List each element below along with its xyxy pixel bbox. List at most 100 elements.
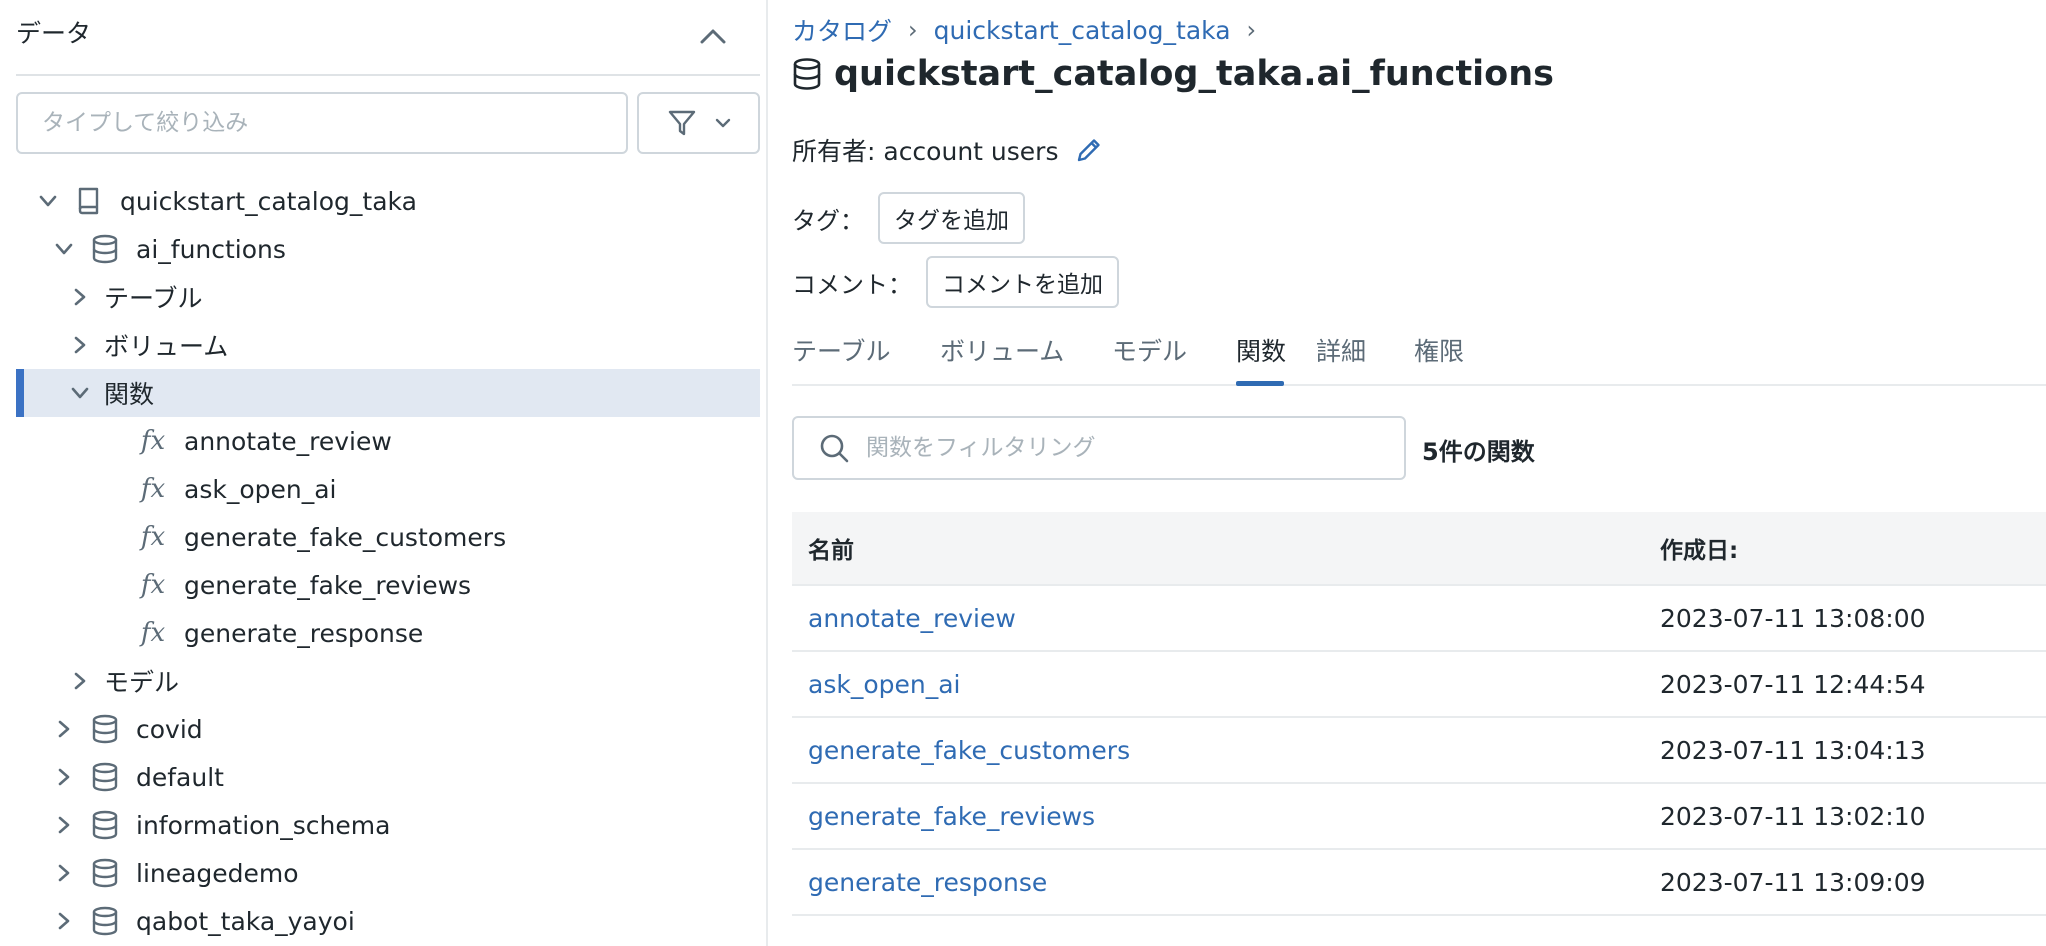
table-body: annotate_review 2023-07-11 13:08:00 ask_op… — [792, 586, 2046, 916]
tree-item-schema[interactable]: information_schema — [16, 801, 760, 849]
database-icon — [88, 904, 122, 938]
chevron-right-icon[interactable] — [68, 285, 92, 309]
function-fx-icon: fx — [140, 522, 166, 552]
chevron-down-icon[interactable] — [52, 237, 76, 261]
table-row: ask_open_ai 2023-07-11 12:44:54 — [792, 652, 2046, 718]
filter-dropdown-button[interactable] — [637, 92, 760, 154]
tree-item-label: ai_functions — [136, 234, 286, 264]
search-icon — [820, 434, 849, 463]
tree-item-folder[interactable]: モデル — [16, 657, 760, 705]
tab-volumes[interactable]: ボリューム — [940, 332, 1064, 382]
tree-item-label: ボリューム — [104, 332, 229, 361]
chevron-right-icon[interactable] — [52, 861, 76, 885]
sidebar-divider — [16, 74, 760, 76]
tree-item-label: generate_fake_reviews — [184, 570, 472, 600]
tree-item-schema[interactable]: ai_functions — [16, 225, 760, 273]
data-sidebar: データ quickstart_catalog_taka ai_functions テ… — [0, 0, 768, 946]
tree-item-label: default — [136, 762, 224, 792]
tree-item-schema[interactable]: qabot_taka_yayoi — [16, 897, 760, 945]
function-created-date: 2023-07-11 12:44:54 — [1660, 669, 1926, 699]
chevron-down-icon[interactable] — [36, 189, 60, 213]
function-created-date: 2023-07-11 13:09:09 — [1660, 867, 1926, 897]
database-icon — [88, 808, 122, 842]
breadcrumb-separator: › — [908, 16, 918, 44]
tab-permissions[interactable]: 権限 — [1414, 332, 1464, 382]
breadcrumb-catalog-link[interactable]: カタログ — [792, 12, 892, 48]
tree-item-folder[interactable]: ボリューム — [16, 321, 760, 369]
catalog-book-icon — [72, 184, 106, 218]
tree-item-function[interactable]: fx annotate_review — [16, 417, 760, 465]
filter-icon — [668, 110, 695, 136]
chevron-down-icon — [715, 118, 730, 128]
tree-item-schema[interactable]: covid — [16, 705, 760, 753]
comment-label: コメント： — [792, 270, 912, 299]
tree-item-schema[interactable]: lineagedemo — [16, 849, 760, 897]
page-title: quickstart_catalog_taka.ai_functions — [834, 54, 1554, 94]
tree-item-label: モデル — [104, 668, 180, 697]
column-header-created[interactable]: 作成日: — [1660, 531, 2046, 565]
tree-item-function[interactable]: fx generate_response — [16, 609, 760, 657]
tab-details[interactable]: 詳細 — [1316, 332, 1366, 382]
function-created-date: 2023-07-11 13:08:00 — [1660, 603, 1926, 633]
function-created-date: 2023-07-11 13:04:13 — [1660, 735, 1926, 765]
comment-row: コメント： コメントを追加 — [792, 256, 1119, 308]
edit-owner-button[interactable] — [1074, 135, 1104, 165]
collapse-button[interactable] — [690, 18, 736, 54]
tab-functions[interactable]: 関数 — [1236, 332, 1286, 382]
chevron-right-icon[interactable] — [52, 717, 76, 741]
function-fx-icon: fx — [140, 426, 166, 456]
tree-item-label: 関数 — [104, 380, 155, 409]
function-fx-icon: fx — [140, 474, 166, 504]
function-name-link[interactable]: ask_open_ai — [808, 670, 960, 699]
function-name-link[interactable]: generate_fake_customers — [808, 736, 1130, 765]
tab-models[interactable]: モデル — [1112, 332, 1187, 382]
tree-item-folder[interactable]: テーブル — [16, 273, 760, 321]
breadcrumb-catalog-name-link[interactable]: quickstart_catalog_taka — [934, 16, 1231, 45]
tree-item-label: covid — [136, 714, 203, 744]
tree-item-label: generate_fake_customers — [184, 522, 507, 552]
add-comment-button[interactable]: コメントを追加 — [926, 256, 1119, 308]
tree-item-label: annotate_review — [184, 426, 392, 456]
tree-item-label: ask_open_ai — [184, 474, 337, 504]
database-icon — [88, 760, 122, 794]
tags-label: タグ： — [792, 206, 864, 235]
tree-item-function[interactable]: fx generate_fake_customers — [16, 513, 760, 561]
function-filter[interactable] — [792, 416, 1406, 480]
tree-item-schema[interactable]: default — [16, 753, 760, 801]
sidebar-title: データ — [16, 19, 92, 48]
chevron-right-icon[interactable] — [52, 765, 76, 789]
function-count: 5件の関数 — [1422, 438, 1535, 466]
tree-item-label: information_schema — [136, 810, 391, 840]
chevron-down-icon[interactable] — [68, 381, 92, 405]
function-fx-icon: fx — [140, 570, 166, 600]
database-icon — [88, 712, 122, 746]
chevron-right-icon[interactable] — [68, 333, 92, 357]
column-header-name[interactable]: 名前 — [792, 531, 1660, 565]
function-name-link[interactable]: annotate_review — [808, 604, 1016, 633]
add-tag-button[interactable]: タグを追加 — [878, 192, 1025, 244]
database-icon — [793, 58, 821, 90]
function-filter-input[interactable] — [864, 434, 1388, 462]
tree-item-catalog[interactable]: quickstart_catalog_taka — [16, 177, 760, 225]
owner-row: 所有者: account users — [792, 132, 1104, 168]
tree-item-label: lineagedemo — [136, 858, 299, 888]
pencil-icon — [1078, 139, 1101, 162]
tree-item-folder[interactable]: 関数 — [16, 369, 760, 417]
tab-bar: テーブル ボリューム モデル 関数 詳細 権限 — [792, 332, 2046, 386]
chevron-right-icon[interactable] — [68, 669, 92, 693]
database-icon — [88, 232, 122, 266]
tree-item-label: generate_response — [184, 618, 424, 648]
table-row: generate_fake_reviews 2023-07-11 13:02:10 — [792, 784, 2046, 850]
function-name-link[interactable]: generate_response — [808, 868, 1047, 897]
function-name-link[interactable]: generate_fake_reviews — [808, 802, 1095, 831]
chevron-right-icon[interactable] — [52, 813, 76, 837]
tree-item-function[interactable]: fx ask_open_ai — [16, 465, 760, 513]
active-tab-indicator — [1236, 381, 1284, 386]
tree-item-label: qabot_taka_yayoi — [136, 906, 355, 936]
tree-item-function[interactable]: fx generate_fake_reviews — [16, 561, 760, 609]
sidebar-filter-input[interactable] — [16, 92, 628, 154]
tab-tables[interactable]: テーブル — [792, 332, 891, 382]
tree-item-label: テーブル — [104, 284, 203, 313]
chevron-right-icon[interactable] — [52, 909, 76, 933]
page-title-row: quickstart_catalog_taka.ai_functions — [792, 54, 1554, 94]
